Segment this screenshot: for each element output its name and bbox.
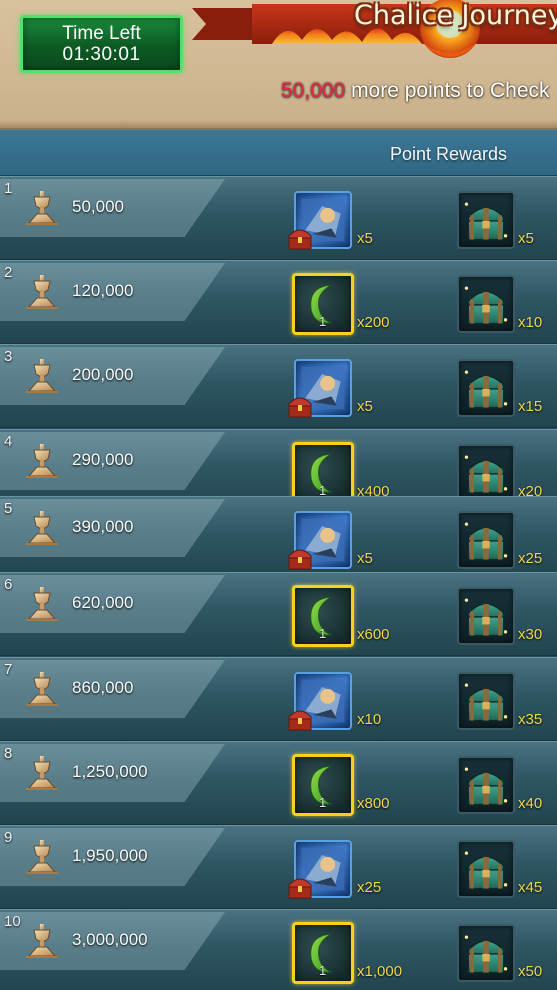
tier-points: 860,000 — [72, 678, 134, 697]
reward-tier-row: 8 1,250,000 1 x800 x40 — [0, 741, 557, 825]
tier-points: 3,000,000 — [72, 930, 148, 949]
tier-points: 50,000 — [72, 197, 124, 216]
chalice-icon — [25, 585, 59, 621]
reward-a-slot[interactable]: 1 — [292, 442, 354, 504]
reward-b-slot[interactable] — [457, 672, 515, 730]
time-left-panel: Time Left 01:30:01 — [20, 15, 183, 73]
item-level: 1 — [319, 795, 327, 810]
reward-tier-row: 10 3,000,000 1 x1,000 x50 — [0, 909, 557, 990]
reward-b-slot[interactable] — [457, 587, 515, 645]
chalice-icon — [25, 189, 59, 225]
event-title: Chalice Journey — [354, 0, 557, 31]
item-level: 1 — [319, 314, 327, 329]
reward-a-quantity: x5 — [357, 398, 373, 415]
reward-a-quantity: x25 — [357, 879, 382, 896]
reward-a-quantity: x200 — [357, 314, 390, 331]
points-remaining-text: 50,000 more points to Check — [281, 79, 550, 103]
chalice-icon — [25, 670, 59, 706]
reward-a-quantity: x600 — [357, 626, 390, 643]
tier-points: 290,000 — [72, 450, 134, 469]
chalice-icon — [25, 754, 59, 790]
mini-chest-icon — [286, 393, 314, 419]
tier-rank: 10 — [4, 913, 21, 930]
mini-chest-icon — [286, 874, 314, 900]
reward-b-slot[interactable] — [457, 359, 515, 417]
tier-points: 200,000 — [72, 365, 134, 384]
reward-tier-list: 1 50,000 x5 x5 2 120,000 1 x200 x10 3 20… — [0, 176, 557, 990]
mini-chest-icon — [286, 706, 314, 732]
reward-a-slot[interactable] — [288, 672, 352, 731]
reward-a-quantity: x5 — [357, 550, 373, 567]
time-left-value: 01:30:01 — [62, 44, 141, 65]
reward-b-quantity: x40 — [518, 795, 543, 812]
tier-rank: 7 — [4, 661, 13, 678]
reward-b-quantity: x10 — [518, 314, 543, 331]
item-level: 1 — [319, 963, 327, 978]
tier-rank: 3 — [4, 348, 13, 365]
reward-b-slot[interactable] — [457, 444, 515, 502]
reward-a-slot[interactable]: 1 — [292, 585, 354, 647]
reward-b-slot[interactable] — [457, 924, 515, 982]
reward-a-quantity: x1,000 — [357, 963, 403, 980]
event-header: Time Left 01:30:01 Chalice Journey 50,00… — [0, 0, 557, 130]
points-needed-value: 50,000 — [281, 79, 346, 102]
reward-b-slot[interactable] — [457, 191, 515, 249]
tier-points: 620,000 — [72, 593, 134, 612]
reward-tier-row: 1 50,000 x5 x5 — [0, 176, 557, 260]
tier-rank: 2 — [4, 264, 13, 281]
chalice-icon — [25, 509, 59, 545]
reward-b-quantity: x25 — [518, 550, 543, 567]
reward-a-slot[interactable]: 1 — [292, 922, 354, 984]
reward-b-slot[interactable] — [457, 840, 515, 898]
point-rewards-heading: Point Rewards — [390, 144, 508, 164]
tier-rank: 5 — [4, 500, 13, 517]
reward-b-quantity: x50 — [518, 963, 543, 980]
reward-a-quantity: x5 — [357, 230, 373, 247]
reward-b-slot[interactable] — [457, 756, 515, 814]
reward-a-slot[interactable]: 1 — [292, 273, 354, 335]
item-level: 1 — [319, 626, 327, 641]
reward-a-quantity: x10 — [357, 711, 382, 728]
reward-b-quantity: x30 — [518, 626, 543, 643]
reward-tier-row: 3 200,000 x5 x15 — [0, 344, 557, 428]
tier-rank: 9 — [4, 829, 13, 846]
reward-a-slot[interactable] — [288, 191, 352, 250]
reward-tier-row: 5 390,000 x5 x25 — [0, 496, 557, 580]
tier-rank: 4 — [4, 433, 13, 450]
chalice-icon — [25, 922, 59, 958]
tier-rank: 6 — [4, 576, 13, 593]
reward-b-quantity: x5 — [518, 230, 534, 247]
reward-tier-row: 9 1,950,000 x25 x45 — [0, 825, 557, 909]
chalice-icon — [25, 838, 59, 874]
reward-b-quantity: x15 — [518, 398, 543, 415]
reward-a-slot[interactable]: 1 — [292, 754, 354, 816]
reward-b-quantity: x35 — [518, 711, 543, 728]
reward-a-slot[interactable] — [288, 359, 352, 418]
mini-chest-icon — [286, 545, 314, 571]
tier-rank: 1 — [4, 180, 13, 197]
chalice-icon — [25, 273, 59, 309]
reward-a-quantity: x800 — [357, 795, 390, 812]
points-remaining-label: more points to Check — [345, 79, 550, 102]
reward-b-quantity: x45 — [518, 879, 543, 896]
mini-chest-icon — [286, 225, 314, 251]
reward-tier-row: 6 620,000 1 x600 x30 — [0, 572, 557, 656]
tier-points: 390,000 — [72, 517, 134, 536]
rewards-column-header: Point Rewards — [0, 130, 557, 176]
reward-tier-row: 2 120,000 1 x200 x10 — [0, 260, 557, 344]
reward-a-slot[interactable] — [288, 511, 352, 570]
tier-rank: 8 — [4, 745, 13, 762]
tier-points: 120,000 — [72, 281, 134, 300]
chalice-icon — [25, 357, 59, 393]
reward-b-slot[interactable] — [457, 511, 515, 569]
reward-b-slot[interactable] — [457, 275, 515, 333]
tier-points: 1,250,000 — [72, 762, 148, 781]
tier-points: 1,950,000 — [72, 846, 148, 865]
reward-a-slot[interactable] — [288, 840, 352, 899]
chalice-icon — [25, 442, 59, 478]
time-left-label: Time Left — [62, 23, 141, 44]
reward-tier-row: 7 860,000 x10 x35 — [0, 657, 557, 741]
